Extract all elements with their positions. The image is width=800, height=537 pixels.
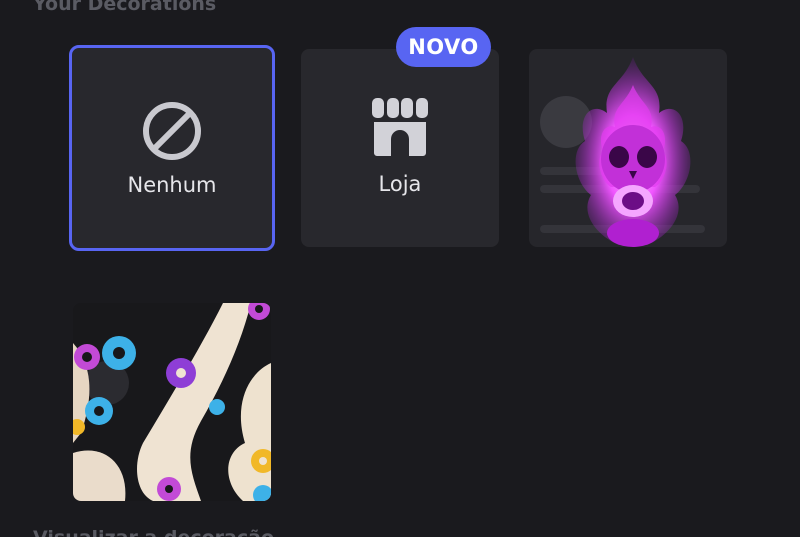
decorations-page: Your Decorations Nenhum Loja NOVO (0, 0, 800, 537)
shop-icon (372, 98, 428, 156)
no-symbol-icon (143, 102, 201, 160)
decoration-none-label: Nenhum (127, 173, 217, 197)
decoration-flame-skull-tile[interactable] (529, 49, 727, 247)
section-title-preview: Visualizar a decoração (33, 527, 274, 537)
decoration-shop-tile[interactable]: Loja (301, 49, 499, 247)
section-title-your-decorations: Your Decorations (33, 0, 217, 15)
donut-glaze-decoration (73, 303, 271, 501)
new-badge: NOVO (396, 27, 491, 67)
purple-flame-skull-decoration (575, 57, 691, 247)
decoration-shop-label: Loja (378, 172, 422, 196)
decoration-none-tile[interactable]: Nenhum (69, 45, 275, 251)
decoration-donut-glaze-tile[interactable] (73, 303, 271, 501)
